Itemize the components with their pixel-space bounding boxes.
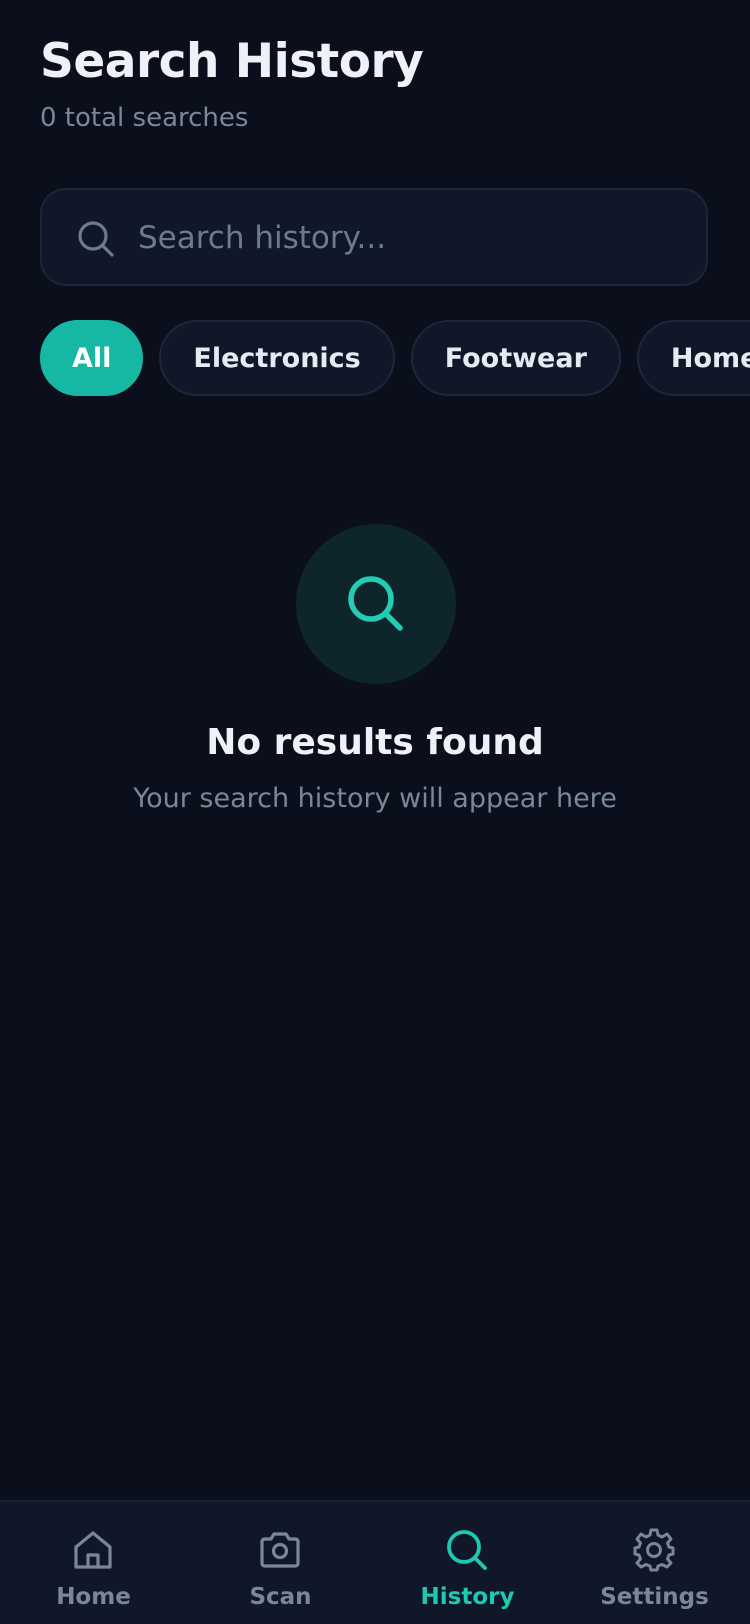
search-icon [78, 221, 114, 257]
empty-state-title: No results found [206, 722, 544, 763]
page-title: Search History [40, 34, 424, 89]
filter-chip-footwear[interactable]: Footwear [410, 320, 621, 396]
tab-scan[interactable]: Scan [187, 1502, 374, 1624]
home-icon [74, 1531, 112, 1569]
filter-chip-all[interactable]: All [40, 320, 144, 396]
category-filters: All Electronics Footwear Home Appliances [40, 320, 750, 396]
search-count: 0 total searches [40, 103, 249, 133]
search-history-screen: Search History 0 total searches All Elec… [0, 0, 750, 1624]
tab-home[interactable]: Home [0, 1502, 187, 1624]
filter-chip-electronics[interactable]: Electronics [159, 320, 395, 396]
tab-label-history: History [420, 1584, 515, 1610]
tab-label-settings: Settings [600, 1584, 709, 1610]
bottom-tab-bar: Home Scan History Settings [0, 1500, 750, 1624]
empty-state-icon-circle [296, 524, 456, 684]
tab-history[interactable]: History [374, 1502, 561, 1624]
camera-icon [260, 1532, 300, 1568]
empty-state-message: Your search history will appear here [133, 783, 617, 814]
filter-chip-home-appliances[interactable]: Home Appliances [636, 320, 750, 396]
tab-settings[interactable]: Settings [561, 1502, 748, 1624]
tab-label-scan: Scan [249, 1584, 312, 1610]
tab-label-home: Home [56, 1584, 131, 1610]
search-icon [447, 1530, 487, 1570]
gear-icon [633, 1528, 675, 1572]
search-bar[interactable] [40, 188, 708, 286]
search-input[interactable] [138, 210, 678, 266]
search-icon [348, 576, 403, 631]
